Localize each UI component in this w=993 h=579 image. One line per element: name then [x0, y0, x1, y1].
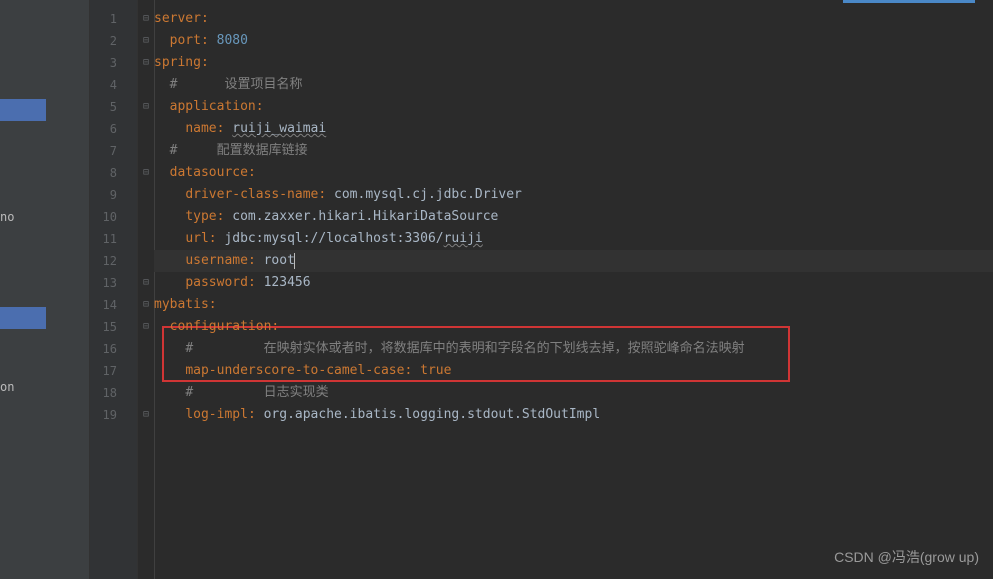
fold-marker[interactable] — [138, 228, 154, 250]
watermark: CSDN @冯浩(grow up) — [834, 547, 979, 567]
line-number[interactable]: 9 — [90, 184, 137, 206]
code-line[interactable]: log-impl: org.apache.ibatis.logging.stdo… — [154, 404, 993, 426]
line-number-gutter[interactable]: 1 2 3 4 5 6 7 8 9 10 11 12 13 14 15 16 1… — [90, 0, 138, 579]
line-number[interactable]: 1 — [90, 8, 137, 30]
fold-marker[interactable]: ⊟ — [138, 162, 154, 184]
fold-column[interactable]: ⊟ ⊟ ⊟ ⊟ ⊟ ⊟ ⊟ ⊟ ⊟ — [138, 0, 154, 579]
code-line[interactable]: # 设置项目名称 — [154, 74, 993, 96]
fold-marker[interactable] — [138, 74, 154, 96]
fold-marker[interactable] — [138, 118, 154, 140]
code-editor[interactable]: server: port: 8080 spring: # 设置项目名称 appl… — [154, 0, 993, 579]
project-text-1: no — [0, 210, 14, 224]
line-number[interactable]: 8 — [90, 162, 137, 184]
code-line[interactable]: url: jdbc:mysql://localhost:3306/ruiji — [154, 228, 993, 250]
line-number[interactable]: 12 — [90, 250, 137, 272]
line-number[interactable]: 3 — [90, 52, 137, 74]
line-number[interactable]: 15 — [90, 316, 137, 338]
code-line[interactable]: spring: — [154, 52, 993, 74]
line-number[interactable]: 7 — [90, 140, 137, 162]
line-number[interactable]: 2 — [90, 30, 137, 52]
code-line[interactable]: application: — [154, 96, 993, 118]
line-number[interactable]: 5 — [90, 96, 137, 118]
code-line[interactable]: port: 8080 — [154, 30, 993, 52]
line-number[interactable]: 19 — [90, 404, 137, 426]
code-line[interactable]: # 日志实现类 — [154, 382, 993, 404]
project-selection-1[interactable] — [0, 99, 46, 121]
line-number[interactable]: 6 — [90, 118, 137, 140]
line-number[interactable]: 10 — [90, 206, 137, 228]
line-number[interactable]: 13 — [90, 272, 137, 294]
line-number[interactable]: 4 — [90, 74, 137, 96]
line-number[interactable]: 16 — [90, 338, 137, 360]
text-caret — [294, 253, 295, 269]
fold-marker[interactable] — [138, 206, 154, 228]
code-line[interactable]: mybatis: — [154, 294, 993, 316]
fold-marker[interactable]: ⊟ — [138, 8, 154, 30]
project-panel[interactable]: no on — [0, 0, 90, 579]
code-line[interactable]: configuration: — [154, 316, 993, 338]
code-line[interactable]: map-underscore-to-camel-case: true — [154, 360, 993, 382]
code-line[interactable]: # 在映射实体或者时，将数据库中的表明和字段名的下划线去掉，按照驼峰命名法映射 — [154, 338, 993, 360]
root-layout: no on 1 2 3 4 5 6 7 8 9 10 11 12 13 14 1… — [0, 0, 993, 579]
fold-marker[interactable]: ⊟ — [138, 30, 154, 52]
code-line[interactable]: datasource: — [154, 162, 993, 184]
fold-marker[interactable]: ⊟ — [138, 316, 154, 338]
line-number[interactable]: 17 — [90, 360, 137, 382]
code-line[interactable]: password: 123456 — [154, 272, 993, 294]
code-line[interactable]: # 配置数据库链接 — [154, 140, 993, 162]
fold-marker[interactable]: ⊟ — [138, 96, 154, 118]
fold-marker[interactable] — [138, 338, 154, 360]
project-text-2: on — [0, 380, 14, 394]
fold-marker[interactable] — [138, 140, 154, 162]
code-line[interactable]: type: com.zaxxer.hikari.HikariDataSource — [154, 206, 993, 228]
fold-marker[interactable] — [138, 360, 154, 382]
fold-marker[interactable]: ⊟ — [138, 52, 154, 74]
editor-area: 1 2 3 4 5 6 7 8 9 10 11 12 13 14 15 16 1… — [90, 0, 993, 579]
fold-marker[interactable] — [138, 382, 154, 404]
fold-marker[interactable]: ⊟ — [138, 404, 154, 426]
fold-marker[interactable]: ⊟ — [138, 294, 154, 316]
fold-marker[interactable] — [138, 184, 154, 206]
code-line[interactable]: name: ruiji_waimai — [154, 118, 993, 140]
fold-marker[interactable]: ⊟ — [138, 272, 154, 294]
line-number[interactable]: 14 — [90, 294, 137, 316]
code-line[interactable]: driver-class-name: com.mysql.cj.jdbc.Dri… — [154, 184, 993, 206]
project-selection-2[interactable] — [0, 307, 46, 329]
line-number[interactable]: 18 — [90, 382, 137, 404]
code-line[interactable]: server: — [154, 8, 993, 30]
code-line-current[interactable]: username: root — [154, 250, 993, 272]
fold-marker[interactable] — [138, 250, 154, 272]
line-number[interactable]: 11 — [90, 228, 137, 250]
